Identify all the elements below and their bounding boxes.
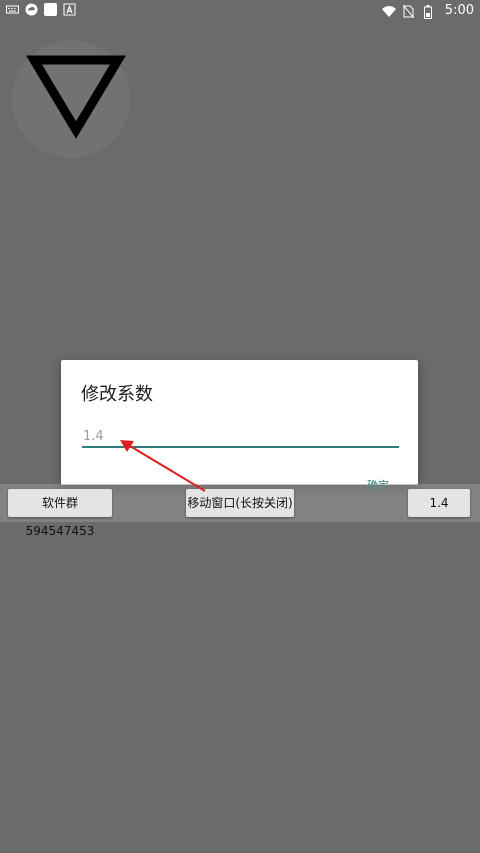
status-bar: 5:00 xyxy=(0,0,480,24)
battery-icon xyxy=(423,4,437,19)
move-window-button[interactable]: 移动窗口(长按关闭) xyxy=(186,489,294,517)
coefficient-input[interactable] xyxy=(82,426,399,448)
cloud-icon xyxy=(25,3,38,16)
app-logo[interactable] xyxy=(12,40,130,158)
square-app-icon xyxy=(44,3,57,16)
floating-toolbar: 软件群594547453 移动窗口(长按关闭) 1.4 xyxy=(0,484,480,538)
notification-a-icon xyxy=(63,3,76,16)
inverted-triangle-logo-icon xyxy=(26,55,126,139)
coefficient-value-button[interactable]: 1.4 xyxy=(408,489,470,517)
group-number-button[interactable]: 软件群594547453 xyxy=(8,489,112,538)
no-sim-icon xyxy=(402,4,416,18)
keyboard-icon xyxy=(6,3,19,16)
dialog-title: 修改系数 xyxy=(81,384,153,405)
wifi-icon xyxy=(381,5,396,18)
clock-time: 5:00 xyxy=(444,3,474,18)
edit-coefficient-dialog: 修改系数 确定 xyxy=(61,360,418,492)
